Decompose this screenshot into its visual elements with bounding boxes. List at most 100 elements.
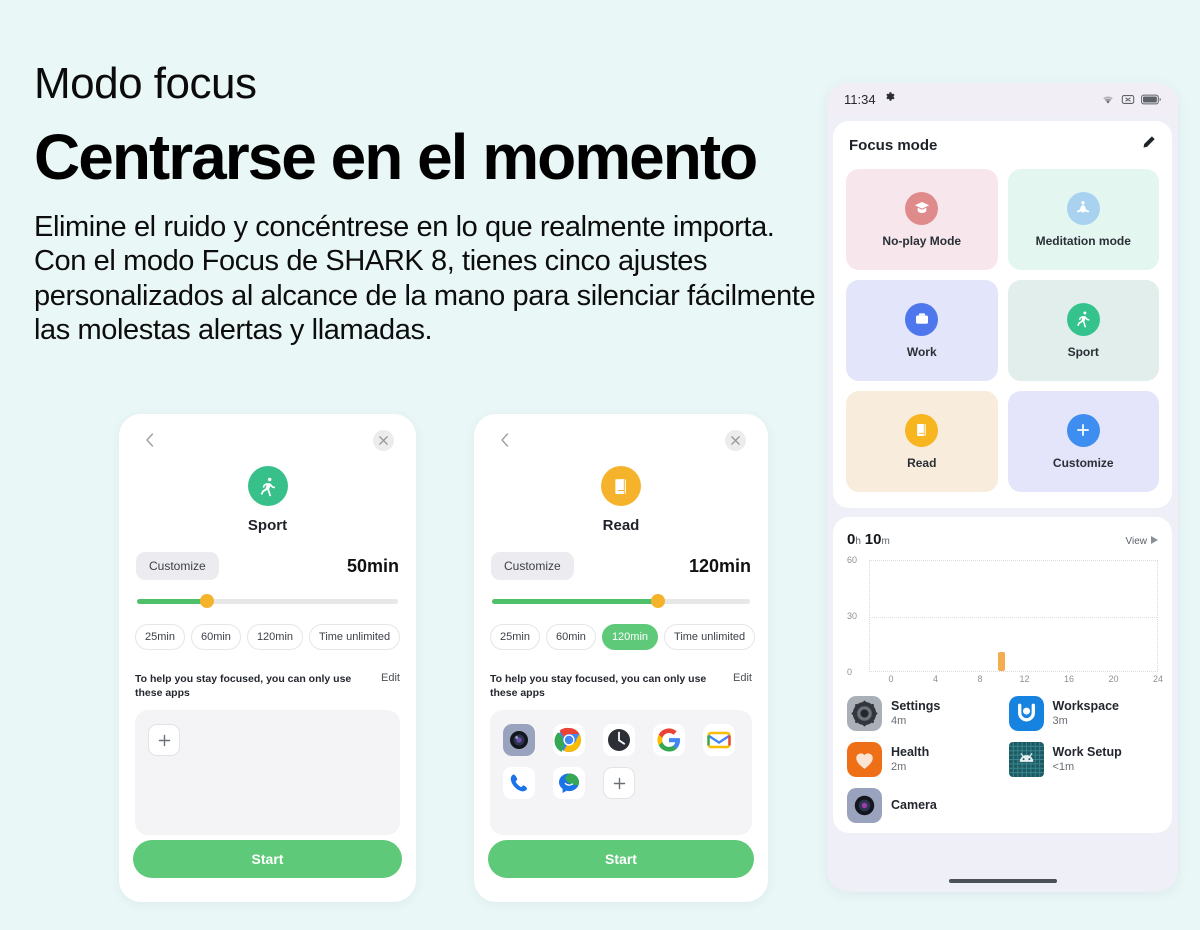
chart-plot-area: [869, 560, 1158, 672]
focus-mode-tile-read[interactable]: Read: [846, 391, 998, 492]
mode-header: Sport: [135, 466, 400, 534]
close-icon[interactable]: [373, 429, 394, 451]
focus-mode-tile-work[interactable]: Work: [846, 280, 998, 381]
customize-chip[interactable]: Customize: [136, 552, 219, 580]
camera-icon[interactable]: [503, 724, 535, 757]
focus-mode-tile-label: Customize: [1052, 455, 1114, 470]
app-usage-row[interactable]: Camera: [847, 788, 997, 823]
gear-icon: [883, 90, 896, 108]
page-title: Centrarse en el momento: [34, 121, 758, 194]
chrome-icon[interactable]: [553, 724, 585, 757]
chart-x-tick: 8: [977, 674, 983, 684]
android-work-setup-icon: [1008, 742, 1044, 777]
preset-duration-row: 25min 60min 120min Time unlimited: [490, 624, 756, 650]
app-usage-name: Settings: [891, 698, 941, 713]
app-usage-duration: 3m: [1052, 715, 1068, 728]
app-usage-duration: 2m: [891, 761, 907, 774]
book-icon: [905, 413, 939, 447]
view-stats-link[interactable]: View: [1126, 536, 1158, 547]
no-sim-icon: [1121, 94, 1135, 105]
duration-row: Customize 50min: [135, 552, 400, 580]
add-app-button[interactable]: [148, 724, 180, 757]
allowed-apps-grid: [148, 724, 387, 757]
edit-apps-link[interactable]: Edit: [733, 672, 752, 684]
allowed-apps-note: To help you stay focused, you can only u…: [135, 673, 352, 700]
app-usage-row[interactable]: Settings 4m: [847, 696, 997, 731]
running-icon: [1066, 302, 1100, 336]
allowed-apps-grid: [503, 724, 739, 800]
focus-mode-sheet: Focus mode No-play Mode Meditation mode Wo…: [833, 121, 1172, 508]
app-usage-row[interactable]: Work Setup <1m: [1008, 742, 1159, 777]
slider-knob[interactable]: [650, 594, 665, 608]
chart-x-tick: 12: [1019, 674, 1030, 684]
marketing-copy: Modo focus Centrarse en el momento Elimi…: [34, 59, 834, 347]
focus-mode-tile-label: Sport: [1067, 344, 1099, 359]
minutes-unit: m: [881, 536, 890, 547]
preset-60min[interactable]: 60min: [545, 624, 596, 650]
slider-knob[interactable]: [199, 594, 214, 608]
close-icon[interactable]: [725, 429, 746, 451]
messages-icon[interactable]: [553, 767, 585, 800]
chart-y-tick: 60: [847, 555, 858, 565]
focus-mode-tile-label: No-play Mode: [882, 233, 962, 248]
allowed-apps-note: To help you stay focused, you can only u…: [490, 673, 707, 700]
focus-detail-card-read: Read Customize 120min 25min 60min 120min Ti…: [474, 414, 768, 902]
app-usage-name: Health: [891, 744, 930, 759]
meditation-icon: [1066, 191, 1100, 225]
app-usage-row[interactable]: Health 2m: [847, 742, 997, 777]
allowed-apps-header: To help you stay focused, you can only u…: [490, 672, 752, 700]
phone-mockup: 11:34 Focus mode No-play ModeMeditation: [827, 83, 1178, 892]
play-triangle-icon: [1151, 536, 1158, 547]
customize-chip[interactable]: Customize: [491, 552, 574, 580]
chevron-left-icon[interactable]: [141, 431, 159, 449]
app-usage-row[interactable]: Workspace 3m: [1008, 696, 1159, 731]
pencil-icon[interactable]: [1141, 135, 1156, 155]
duration-slider[interactable]: [490, 594, 752, 608]
preset-duration-row: 25min 60min 120min Time unlimited: [135, 624, 401, 650]
phone-icon[interactable]: [503, 767, 535, 800]
start-button[interactable]: Start: [133, 840, 402, 878]
chart-bar: [998, 652, 1006, 671]
app-usage-name: Workspace: [1052, 698, 1119, 713]
duration-slider[interactable]: [135, 594, 400, 608]
settings-icon: [847, 696, 882, 731]
mode-name: Read: [602, 517, 640, 534]
preset-time-unlimited[interactable]: Time unlimited: [309, 624, 401, 650]
chart-x-tick: 0: [888, 674, 894, 684]
clock-icon[interactable]: [603, 724, 635, 757]
preset-time-unlimited[interactable]: Time unlimited: [664, 624, 756, 650]
focus-mode-grid: No-play Mode Meditation mode Work Sport Read…: [846, 169, 1159, 492]
total-minutes: 10: [864, 531, 882, 548]
home-indicator[interactable]: [948, 879, 1057, 883]
book-icon: [601, 466, 641, 506]
preset-60min[interactable]: 60min: [190, 624, 241, 650]
add-app-button[interactable]: [603, 767, 635, 800]
plus-circle-icon: [1066, 413, 1100, 447]
chart-x-axis: 0 4 8 12 16 20 24: [869, 672, 1163, 686]
app-usage-duration: <1m: [1052, 761, 1075, 774]
focus-detail-card-sport: Sport Customize 50min 25min 60min 120min Ti…: [119, 414, 416, 902]
total-screen-time: 0h 10m: [847, 531, 890, 548]
app-usage-duration: 4m: [891, 715, 907, 728]
app-usage-name: Work Setup: [1052, 744, 1122, 759]
gmail-icon[interactable]: [703, 724, 735, 757]
google-icon[interactable]: [653, 724, 685, 757]
preset-25min[interactable]: 25min: [135, 624, 185, 650]
preset-120min[interactable]: 120min: [601, 624, 659, 650]
allowed-apps-header: To help you stay focused, you can only u…: [135, 672, 400, 700]
usage-bar-chart: 0 30 60 0 4 8 12 16 20 24: [847, 555, 1163, 688]
edit-apps-link[interactable]: Edit: [381, 672, 400, 684]
focus-mode-tile-no-play-mode[interactable]: No-play Mode: [846, 169, 998, 270]
duration-value: 120min: [688, 555, 751, 576]
preset-25min[interactable]: 25min: [490, 624, 540, 650]
focus-mode-tile-sport[interactable]: Sport: [1007, 280, 1159, 381]
focus-mode-tile-meditation-mode[interactable]: Meditation mode: [1007, 169, 1159, 270]
preset-120min[interactable]: 120min: [246, 624, 304, 650]
chart-y-tick: 30: [847, 611, 858, 621]
focus-mode-tile-customize[interactable]: Customize: [1007, 391, 1159, 492]
start-button[interactable]: Start: [488, 840, 754, 878]
chevron-left-icon[interactable]: [496, 431, 514, 449]
app-usage-name: Camera: [891, 797, 937, 812]
graduation-cap-icon: [905, 191, 939, 225]
hours-unit: h: [855, 536, 861, 547]
